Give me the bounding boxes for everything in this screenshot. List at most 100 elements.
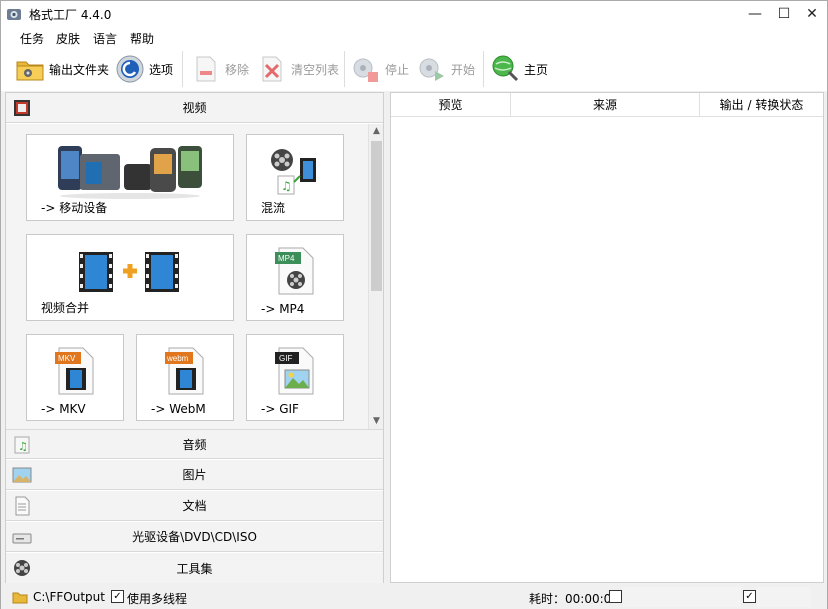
close-button[interactable]: ✕ [798, 1, 826, 27]
start-label: 开始 [451, 62, 476, 77]
category-rom-label: 光驱设备\DVD\CD\ISO [132, 530, 257, 544]
stop-label: 停止 [385, 62, 410, 77]
status-checkbox-2[interactable]: ✓ [743, 590, 756, 603]
tile-mobile-devices[interactable]: -> 移动设备 [26, 134, 234, 221]
output-folder-small-icon [12, 592, 28, 604]
title-bar: 格式工厂 4.4.0 — ☐ ✕ [1, 1, 827, 27]
column-source[interactable]: 来源 [511, 93, 700, 117]
column-output-status[interactable]: 输出 / 转换状态 [700, 93, 823, 117]
elapsed-time: 耗时：00:00:00 [529, 592, 619, 606]
remove-label: 移除 [225, 62, 250, 77]
mkv-icon: MKV [27, 341, 123, 401]
tools-category-icon [14, 560, 30, 576]
status-bar: C:\FFOutput ✓ 使用多线程 耗时：00:00:00 ✓ [1, 585, 827, 609]
start-button[interactable]: 开始 [417, 53, 475, 85]
tile-video-join-label: 视频合并 [41, 301, 90, 315]
menu-bar: 任务 皮肤 语言 帮助 [1, 27, 827, 47]
options-gear-icon [116, 55, 144, 83]
multithread-label: 使用多线程 [127, 592, 188, 606]
scroll-thumb[interactable] [371, 141, 382, 291]
tile-mobile-devices-label: -> 移动设备 [41, 201, 108, 215]
toolbar-separator [344, 51, 345, 87]
mp4-badge: MP4 [278, 254, 295, 263]
output-folder-button[interactable]: 输出文件夹 [15, 53, 109, 85]
category-video-label: 视频 [182, 101, 207, 115]
folder-icon [16, 61, 44, 81]
tile-mux[interactable]: ♫ 混流 [246, 134, 344, 221]
window-title: 格式工厂 4.4.0 [29, 8, 112, 22]
tile-video-join[interactable]: 视频合并 [26, 234, 234, 321]
format-factory-icon [7, 9, 21, 20]
menu-skin[interactable]: 皮肤 [56, 30, 80, 47]
task-list[interactable]: 预览 来源 输出 / 转换状态 [390, 92, 824, 583]
category-document[interactable]: 文档 [6, 491, 383, 521]
obscured-region-2 [757, 587, 811, 607]
options-button[interactable]: 选项 [115, 53, 173, 85]
output-folder-label: 输出文件夹 [49, 62, 110, 77]
category-document-label: 文档 [182, 499, 207, 513]
clear-list-label: 清空列表 [291, 62, 340, 77]
stop-button[interactable]: 停止 [351, 53, 409, 85]
audio-category-icon: ♫ [14, 436, 30, 454]
webm-icon: webm [137, 341, 233, 401]
home-globe-icon [492, 55, 519, 82]
obscured-region [623, 587, 741, 607]
svg-text:♫: ♫ [281, 179, 292, 193]
output-path[interactable]: C:\FFOutput [33, 590, 105, 604]
mux-icon: ♫ [247, 141, 343, 201]
category-rom-device[interactable]: 光驱设备\DVD\CD\ISO [6, 522, 383, 552]
tile-mkv-label: -> MKV [41, 402, 86, 416]
tile-gif-label: -> GIF [261, 402, 299, 416]
disc-drive-icon [12, 533, 32, 544]
document-category-icon [15, 496, 30, 516]
clear-list-button[interactable]: 清空列表 [257, 53, 339, 85]
video-scrollbar[interactable]: ▲ ▼ [368, 124, 383, 429]
scroll-down-icon[interactable]: ▼ [369, 414, 384, 429]
tile-webm-label: -> WebM [151, 402, 206, 416]
tile-mux-label: 混流 [261, 201, 286, 215]
stop-icon [353, 58, 378, 82]
toolbar-separator [483, 51, 484, 87]
toolbar-separator [182, 51, 183, 87]
status-checkbox[interactable] [609, 590, 622, 603]
toolbar: 输出文件夹 选项 移除 清空列表 停止 开始 主页 [1, 47, 827, 91]
options-label: 选项 [149, 62, 174, 77]
svg-text:♫: ♫ [18, 440, 28, 453]
webm-badge: webm [166, 354, 189, 363]
remove-document-icon [196, 56, 216, 82]
category-tools-label: 工具集 [176, 561, 213, 576]
category-video[interactable]: 视频 [6, 93, 383, 123]
mp4-icon: MP4 [247, 241, 343, 301]
mkv-badge: MKV [58, 354, 76, 363]
remove-button[interactable]: 移除 [191, 53, 249, 85]
tile-gif[interactable]: GIF -> GIF [246, 334, 344, 421]
tile-mkv[interactable]: MKV -> MKV [26, 334, 124, 421]
menu-help[interactable]: 帮助 [130, 30, 154, 47]
start-icon [419, 58, 444, 81]
home-label: 主页 [524, 62, 549, 77]
category-audio[interactable]: ♫ 音频 [6, 429, 383, 459]
app-window: 格式工厂 4.4.0 — ☐ ✕ 任务 皮肤 语言 帮助 输出文件夹 选项 移除… [0, 0, 828, 609]
category-picture[interactable]: 图片 [6, 460, 383, 490]
tile-webm[interactable]: webm -> WebM [136, 334, 234, 421]
scroll-up-icon[interactable]: ▲ [369, 124, 384, 139]
tile-mp4-label: -> MP4 [261, 302, 305, 316]
column-preview[interactable]: 预览 [391, 93, 511, 117]
video-join-icon [27, 241, 233, 301]
mobile-devices-icon [27, 141, 233, 201]
minimize-button[interactable]: — [741, 1, 769, 27]
picture-category-icon [12, 467, 32, 483]
menu-tasks[interactable]: 任务 [20, 30, 44, 47]
category-tools[interactable]: 工具集 [6, 553, 383, 583]
gif-icon: GIF [247, 341, 343, 401]
video-tiles-area: -> 移动设备 ♫ 混流 视频合并 MP4 -> MP4 MKV -> MKV … [6, 124, 368, 429]
category-picture-label: 图片 [182, 468, 207, 482]
home-button[interactable]: 主页 [490, 53, 548, 85]
menu-language[interactable]: 语言 [93, 30, 117, 47]
video-category-icon [14, 100, 30, 116]
tile-mp4[interactable]: MP4 -> MP4 [246, 234, 344, 321]
category-panel: 视频 -> 移动设备 ♫ 混流 视频合并 MP4 -> MP4 MKV -> M… [5, 92, 384, 583]
multithread-checkbox[interactable]: ✓ [111, 590, 124, 603]
category-audio-label: 音频 [182, 437, 207, 452]
maximize-button[interactable]: ☐ [770, 1, 798, 27]
